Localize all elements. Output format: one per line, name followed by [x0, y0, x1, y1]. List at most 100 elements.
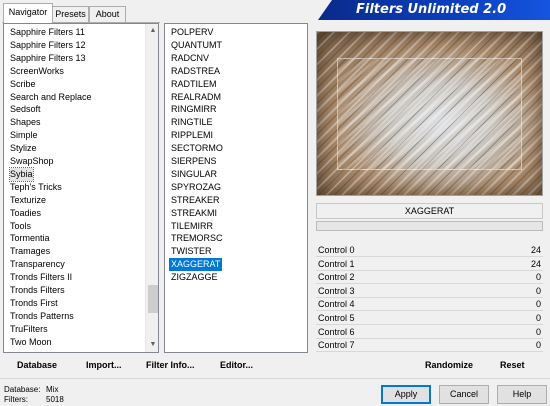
randomize-button-label: Randomize	[425, 360, 474, 370]
category-item[interactable]: Sapphire Filters 11	[10, 26, 85, 39]
control-label: Control 4	[318, 299, 355, 310]
filter-item[interactable]: TREMORSC	[169, 232, 225, 245]
filter-item[interactable]: ZIGZAGGE	[169, 271, 220, 284]
control-row[interactable]: Control 1 24	[316, 258, 543, 271]
category-item[interactable]: Toadies	[10, 207, 41, 220]
control-row[interactable]: Control 5 0	[316, 312, 543, 325]
category-item[interactable]: Stylize	[10, 142, 37, 155]
filter-info-button-label: Filter Info...	[146, 360, 195, 370]
control-row[interactable]: Control 3 0	[316, 285, 543, 298]
category-item[interactable]: Tronds Filters II	[10, 271, 72, 284]
preview-image	[316, 31, 543, 196]
scroll-up-icon[interactable]: ▲	[146, 24, 158, 38]
control-value[interactable]: 0	[536, 285, 541, 297]
control-label: Control 0	[318, 245, 355, 255]
filter-item[interactable]: SINGULAR	[169, 168, 219, 181]
category-item[interactable]: Sapphire Filters 13	[10, 52, 86, 65]
help-button[interactable]: Help	[497, 385, 547, 404]
database-info-value: Mix	[46, 385, 59, 394]
filter-item[interactable]: POLPERV	[169, 26, 215, 39]
control-value[interactable]: 0	[536, 326, 541, 338]
database-button-label: Database	[17, 360, 58, 370]
filter-item[interactable]: SPYROZAG	[169, 181, 223, 194]
category-scrollbar[interactable]: ▲ ▼	[145, 24, 158, 352]
apply-button[interactable]: Apply	[381, 385, 431, 404]
randomize-button[interactable]: Randomize	[425, 358, 473, 372]
filter-item[interactable]: RIPPLEMI	[169, 129, 215, 142]
category-item[interactable]: Scribe	[10, 78, 36, 91]
category-item[interactable]: Sapphire Filters 12	[10, 39, 86, 52]
filter-item[interactable]: TWISTER	[169, 245, 214, 258]
filter-item[interactable]: RADCNV	[169, 52, 211, 65]
tab-navigator[interactable]: Navigator	[3, 3, 53, 23]
filter-item[interactable]: STREAKMI	[169, 207, 219, 220]
filter-name-display: XAGGERAT	[316, 203, 543, 219]
control-label: Control 3	[318, 285, 355, 296]
filter-item[interactable]: SIERPENS	[169, 155, 219, 168]
reset-button[interactable]: Reset	[500, 358, 525, 372]
database-info-label: Database:	[4, 385, 41, 394]
category-item[interactable]: Tools	[10, 220, 31, 233]
filter-list[interactable]: POLPERV QUANTUMT RADCNV RADSTREA RADTILEM REA…	[164, 23, 308, 353]
editor-button-label: Editor...	[220, 360, 254, 370]
category-item[interactable]: Tramages	[10, 245, 50, 258]
control-row[interactable]: Control 6 0	[316, 326, 543, 339]
filters-count-value: 5018	[46, 395, 64, 404]
control-value[interactable]: 0	[536, 312, 541, 324]
control-value[interactable]: 0	[536, 271, 541, 283]
control-label: Control 6	[318, 326, 355, 337]
category-item[interactable]: Sybia	[9, 166, 34, 182]
category-item[interactable]: SwapShop	[10, 155, 54, 168]
tab-presets[interactable]: Presets	[52, 6, 89, 22]
category-item[interactable]: Search and Replace	[10, 91, 92, 104]
category-item[interactable]: ScreenWorks	[10, 65, 64, 78]
category-item[interactable]: Texturize	[10, 194, 46, 207]
editor-button[interactable]: Editor...	[220, 358, 253, 372]
control-value[interactable]: 0	[536, 339, 541, 351]
control-row[interactable]: Control 2 0	[316, 271, 543, 285]
control-value[interactable]: 24	[531, 244, 541, 256]
category-item[interactable]: Sedsoft	[10, 103, 41, 116]
filter-item[interactable]: STREAKER	[169, 194, 222, 207]
import-button[interactable]: Import...	[86, 358, 122, 372]
import-button-label: Import...	[86, 360, 122, 370]
control-row[interactable]: Control 7 0	[316, 339, 543, 353]
filter-item[interactable]: RINGTILE	[169, 116, 215, 129]
app-title: Filters Unlimited 2.0	[356, 2, 507, 17]
database-button[interactable]: Database	[17, 358, 57, 372]
category-item[interactable]: Transparency	[10, 258, 65, 271]
control-label: Control 7	[318, 340, 355, 351]
category-item[interactable]: TruFilters	[10, 323, 48, 336]
category-item[interactable]: Teph's Tricks	[10, 181, 62, 194]
filter-item[interactable]: TILEMIRR	[169, 220, 215, 233]
preview-frame	[317, 32, 542, 195]
category-item[interactable]: Tronds Filters	[10, 284, 65, 297]
category-item[interactable]: Shapes	[10, 116, 41, 129]
control-value[interactable]: 24	[531, 258, 541, 270]
control-divider	[316, 351, 543, 353]
control-row[interactable]: Control 0 24	[316, 244, 543, 257]
filter-item[interactable]: QUANTUMT	[169, 39, 224, 52]
control-value[interactable]: 0	[536, 298, 541, 310]
filter-item[interactable]: SECTORMO	[169, 142, 225, 155]
filter-item[interactable]: RADTILEM	[169, 78, 219, 91]
filter-item[interactable]: XAGGERAT	[169, 258, 223, 272]
filter-item[interactable]: RINGMIRR	[169, 103, 219, 116]
category-item[interactable]: Simple	[10, 129, 38, 142]
control-label: Control 5	[318, 313, 355, 323]
scroll-down-icon[interactable]: ▼	[146, 338, 158, 352]
category-list[interactable]: Two Moon TruFilters Tronds Patterns Tronds …	[3, 23, 159, 353]
category-item[interactable]: Tormentia	[10, 232, 50, 245]
category-item[interactable]: Two Moon	[10, 336, 52, 349]
tab-about[interactable]: About	[89, 6, 126, 22]
scrollbar-thumb[interactable]	[148, 285, 158, 313]
filter-item[interactable]: RADSTREA	[169, 65, 222, 78]
filter-item[interactable]: REALRADM	[169, 91, 223, 104]
filter-info-button[interactable]: Filter Info...	[146, 358, 195, 372]
control-row[interactable]: Control 4 0	[316, 298, 543, 312]
category-item[interactable]: Tronds First	[10, 297, 58, 310]
cancel-button[interactable]: Cancel	[439, 385, 489, 404]
progress-bar	[316, 221, 543, 231]
control-label: Control 1	[318, 258, 355, 269]
category-item[interactable]: Tronds Patterns	[10, 310, 74, 323]
